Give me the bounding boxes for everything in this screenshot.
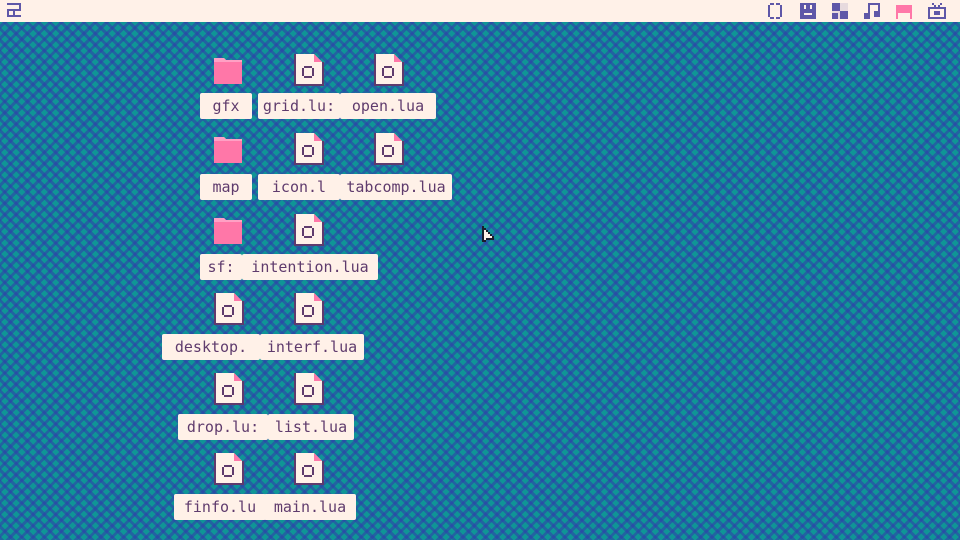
desktop-item-label[interactable]: list.lua: [268, 414, 354, 440]
lua-file-icon[interactable]: [292, 293, 324, 325]
desktop-item-label[interactable]: sf:: [200, 254, 242, 280]
desktop-item-label[interactable]: drop.lu:: [178, 414, 268, 440]
lua-file-icon[interactable]: [292, 453, 324, 485]
top-bar: [0, 0, 960, 22]
lua-file-icon[interactable]: [292, 373, 324, 405]
desktop-item-label[interactable]: open.lua: [340, 93, 436, 119]
lua-file-icon[interactable]: [292, 54, 324, 86]
desktop-item-label[interactable]: tabcomp.lua: [340, 174, 452, 200]
lua-file-icon[interactable]: [372, 54, 404, 86]
sfx-editor-icon[interactable]: [864, 3, 880, 19]
sprite-editor-icon[interactable]: [800, 3, 816, 19]
desktop[interactable]: gfx grid.lu: open.lua map icon.l tabcomp…: [0, 22, 960, 540]
lua-file-icon[interactable]: [212, 373, 244, 405]
desktop-item-label[interactable]: intention.lua: [242, 254, 378, 280]
mouse-cursor-icon: [482, 226, 494, 242]
desktop-item-label[interactable]: finfo.lu: [174, 494, 266, 520]
folder-icon[interactable]: [212, 214, 244, 246]
desktop-item-label[interactable]: main.lua: [264, 494, 356, 520]
desktop-item-label[interactable]: map: [200, 174, 252, 200]
folder-icon[interactable]: [212, 54, 244, 86]
desktop-item-label[interactable]: icon.l: [258, 174, 340, 200]
lua-file-icon[interactable]: [292, 214, 324, 246]
music-editor-icon[interactable]: [896, 3, 912, 19]
lua-file-icon[interactable]: [212, 293, 244, 325]
app-menu-icon[interactable]: [7, 3, 23, 19]
code-editor-icon[interactable]: [766, 3, 784, 19]
desktop-item-label[interactable]: gfx: [200, 93, 252, 119]
desktop-item-label[interactable]: interf.lua: [260, 334, 364, 360]
desktop-item-label[interactable]: desktop.: [162, 334, 260, 360]
map-editor-icon[interactable]: [832, 3, 848, 19]
folder-icon[interactable]: [212, 133, 244, 165]
run-icon[interactable]: [928, 3, 946, 19]
desktop-item-label[interactable]: grid.lu:: [258, 93, 340, 119]
lua-file-icon[interactable]: [292, 133, 324, 165]
lua-file-icon[interactable]: [212, 453, 244, 485]
lua-file-icon[interactable]: [372, 133, 404, 165]
